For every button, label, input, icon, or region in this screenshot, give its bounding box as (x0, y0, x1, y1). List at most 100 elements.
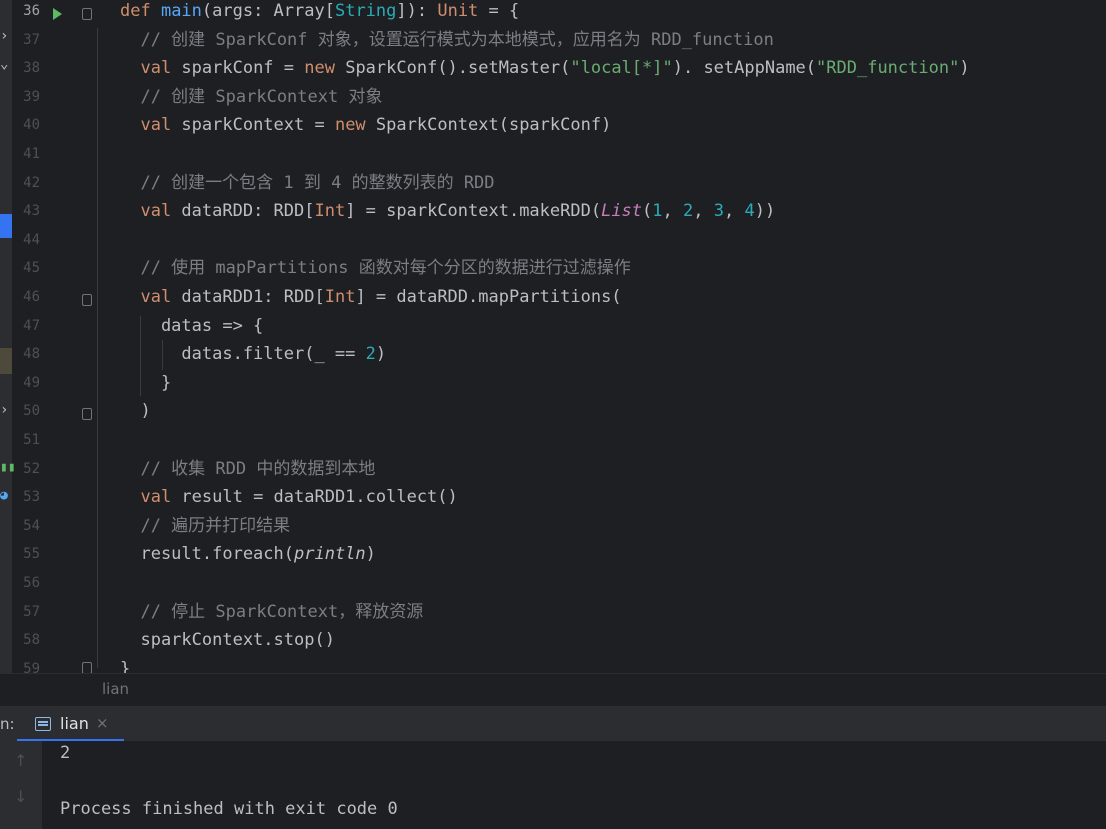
console-toolbar: ↑ ↓ (0, 741, 42, 829)
code-token: sparkConf = (181, 58, 305, 79)
code-token: 1 (652, 201, 663, 222)
code-token: val (120, 201, 182, 222)
code-line[interactable]: 37 // 创建 SparkConf 对象，设置运行模式为本地模式，应用名为 R… (0, 26, 1106, 55)
code-line[interactable]: 43 val dataRDD: RDD[Int] = sparkContext.… (0, 197, 1106, 226)
code-text: // 停止 SparkContext，释放资源 (120, 598, 423, 627)
line-number: 54 (23, 517, 40, 534)
line-number: 43 (23, 203, 40, 220)
code-token: ) (959, 58, 970, 79)
code-text: datas.filter(_ == 2) (120, 340, 386, 369)
breadcrumb-item[interactable]: lian (102, 680, 129, 698)
code-line[interactable]: 54 // 遍历并打印结果 (0, 512, 1106, 541)
code-token: ). setAppName( (672, 58, 817, 79)
code-token: // 使用 mapPartitions 函数对每个分区的数据进行过滤操作 (120, 258, 631, 279)
code-editor[interactable]: › ⌄ › ▮▮ ◕ 36 def main(args: Array[String… (0, 0, 1106, 673)
code-token: // 创建 SparkContext 对象 (120, 86, 383, 107)
code-token: datas => { (120, 315, 264, 336)
code-token: SparkContext(sparkConf) (375, 115, 612, 136)
code-token: } (120, 372, 172, 393)
close-icon[interactable]: × (96, 714, 109, 732)
code-line[interactable]: 57 // 停止 SparkContext，释放资源 (0, 598, 1106, 627)
code-token: // 创建 SparkConf 对象，设置运行模式为本地模式，应用名为 RDD_… (120, 29, 774, 50)
code-token: SparkConf().setMaster( (345, 58, 571, 79)
code-line[interactable]: 36 def main(args: Array[String]): Unit = … (0, 0, 1106, 26)
code-token: datas.filter(_ == (120, 344, 366, 365)
code-line[interactable]: 38 val sparkConf = new SparkConf().setMa… (0, 54, 1106, 83)
code-text: // 使用 mapPartitions 函数对每个分区的数据进行过滤操作 (120, 254, 631, 283)
code-line[interactable]: 58 sparkContext.stop() (0, 626, 1106, 655)
code-line[interactable]: 45 // 使用 mapPartitions 函数对每个分区的数据进行过滤操作 (0, 254, 1106, 283)
code-token: } (120, 658, 131, 673)
code-text: val sparkConf = new SparkConf().setMaste… (120, 54, 970, 83)
code-text: val sparkContext = new SparkContext(spar… (120, 111, 611, 140)
code-token: // 收集 RDD 中的数据到本地 (120, 458, 376, 479)
line-number: 50 (23, 403, 40, 420)
code-text: // 创建 SparkConf 对象，设置运行模式为本地模式，应用名为 RDD_… (120, 26, 774, 55)
code-token: sparkContext = (181, 115, 335, 136)
code-text: val result = dataRDD1.collect() (120, 483, 457, 512)
line-number: 56 (23, 575, 40, 591)
code-text: sparkContext.stop() (120, 626, 335, 655)
code-token: new (334, 115, 376, 136)
code-text: ) (120, 397, 150, 426)
code-line[interactable]: 44 (0, 226, 1106, 255)
code-line[interactable]: 50 ) (0, 397, 1106, 426)
scroll-up-icon[interactable]: ↑ (14, 751, 27, 770)
line-number: 42 (23, 174, 40, 191)
code-token: val (120, 58, 182, 79)
code-token: List (601, 201, 643, 222)
code-line[interactable]: 42 // 创建一个包含 1 到 4 的整数列表的 RDD (0, 169, 1106, 198)
code-token: , (662, 201, 684, 222)
code-token: val (120, 287, 182, 307)
code-token: , (724, 201, 745, 222)
code-token: def (120, 1, 161, 21)
line-number: 38 (23, 60, 40, 77)
line-number: 55 (23, 546, 40, 563)
line-number: 47 (23, 317, 40, 334)
code-token: val (120, 115, 182, 136)
code-line[interactable]: 49 } (0, 369, 1106, 398)
code-text: def main(args: Array[String]): Unit = { (120, 0, 519, 26)
code-token: ) (365, 544, 376, 565)
code-text: // 收集 RDD 中的数据到本地 (120, 455, 375, 484)
line-number: 41 (23, 146, 40, 162)
line-number: 48 (23, 346, 40, 363)
code-line[interactable]: 48 datas.filter(_ == 2) (0, 340, 1106, 369)
code-token: String (334, 1, 397, 21)
code-token: Int (324, 287, 356, 307)
code-text: // 创建 SparkContext 对象 (120, 83, 382, 112)
line-number: 59 (23, 660, 40, 673)
console-icon (35, 717, 51, 731)
code-token: 2 (365, 344, 376, 365)
line-number: 58 (23, 632, 40, 649)
code-token: val (120, 487, 182, 508)
tab-label[interactable]: lian (60, 714, 89, 733)
code-token: // 遍历并打印结果 (120, 515, 291, 536)
code-line[interactable]: 59} (0, 655, 1106, 673)
output-line-exit: Process finished with exit code 0 (60, 799, 398, 819)
code-token: dataRDD1: RDD[ (181, 287, 325, 307)
code-line[interactable]: 56 (0, 569, 1106, 598)
code-line[interactable]: 53 val result = dataRDD1.collect() (0, 483, 1106, 512)
code-token: // 停止 SparkContext，释放资源 (120, 601, 424, 622)
code-line[interactable]: 39 // 创建 SparkContext 对象 (0, 83, 1106, 112)
code-line[interactable]: 40 val sparkContext = new SparkContext(s… (0, 111, 1106, 140)
code-token: (args: Array[ (201, 1, 335, 21)
code-token: sparkContext.stop() (120, 630, 335, 651)
scroll-down-icon[interactable]: ↓ (14, 787, 27, 806)
console-output[interactable]: ↑ ↓ 2 Process finished with exit code 0 (0, 741, 1106, 829)
line-number: 46 (23, 289, 40, 305)
code-line[interactable]: 47 datas => { (0, 312, 1106, 341)
code-token: = { (478, 1, 520, 21)
code-line[interactable]: 46 val dataRDD1: RDD[Int] = dataRDD.mapP… (0, 283, 1106, 312)
code-line[interactable]: 52 // 收集 RDD 中的数据到本地 (0, 455, 1106, 484)
breadcrumb[interactable]: lian (0, 673, 1106, 706)
code-token: ] = sparkContext.makeRDD( (345, 201, 602, 222)
code-line[interactable]: 55 result.foreach(println) (0, 540, 1106, 569)
line-number: 36 (23, 3, 40, 19)
code-line[interactable]: 41 (0, 140, 1106, 169)
run-tool-window-header: n: lian × (0, 705, 1106, 742)
code-token: ] = dataRDD.mapPartitions( (355, 287, 622, 307)
line-number: 52 (23, 460, 40, 477)
code-line[interactable]: 51 (0, 426, 1106, 455)
